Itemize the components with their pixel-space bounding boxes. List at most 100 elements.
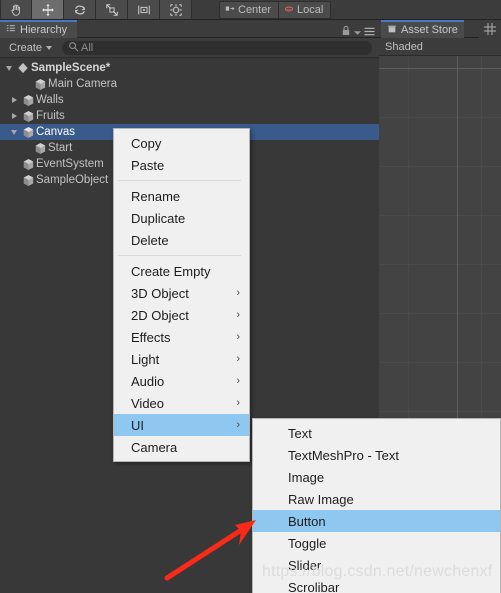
menu-item-label: Raw Image [288,491,354,507]
scale-tool-button[interactable] [96,0,128,19]
hierarchy-row-walls[interactable]: Walls [0,92,379,108]
pivot-space-group: Center Local [219,1,332,19]
menu-item-paste[interactable]: Paste [114,154,249,176]
submenu-item-scrollbar[interactable]: Scrolibar [253,576,500,593]
pivot-icon [225,4,235,17]
hierarchy-row-main-camera[interactable]: Main Camera [0,76,379,92]
menu-item-camera[interactable]: Camera [114,436,249,458]
submenu-arrow-icon: › [236,353,240,365]
twisty-open-icon[interactable] [3,65,15,71]
move-tool-button[interactable] [32,0,64,19]
shading-mode-label: Shaded [385,40,423,53]
rotate-tool-button[interactable] [64,0,96,19]
tab-asset-store[interactable]: Asset Store [381,20,464,38]
hand-tool-button[interactable] [0,0,32,19]
hierarchy-row-label: Main Camera [48,78,118,90]
menu-item-label: Toggle [288,535,327,551]
submenu-arrow-icon: › [236,287,240,299]
menu-item-copy[interactable]: Copy [114,132,249,154]
ui-submenu[interactable]: Text TextMeshPro - Text Image Raw Image … [252,418,501,593]
submenu-item-image[interactable]: Image [253,466,500,488]
scene-shading-toolbar[interactable]: Shaded [379,38,501,56]
hierarchy-tab-icon [6,24,16,37]
menu-item-3d-object[interactable]: 3D Object › [114,282,249,304]
submenu-arrow-icon: › [236,331,240,343]
twisty-open-icon[interactable] [8,129,20,135]
scene-tabbar: Asset Store [379,20,501,38]
menu-item-label: Slider [288,557,322,573]
chevron-down-icon [46,45,53,50]
hierarchy-tab-label: Hierarchy [20,24,68,36]
menu-separator [118,180,241,181]
gameobject-icon [20,158,36,171]
hierarchy-row-samplescene[interactable]: SampleScene* [0,60,379,76]
menu-item-label: UI [131,417,144,433]
menu-item-label: 2D Object [131,307,189,323]
menu-item-duplicate[interactable]: Duplicate [114,207,249,229]
submenu-item-slider[interactable]: Slider [253,554,500,576]
gameobject-icon [20,110,36,123]
menu-item-light[interactable]: Light › [114,348,249,370]
gameobject-icon [32,142,48,155]
pivot-mode-label: Center [238,4,272,16]
menu-item-ui[interactable]: UI › [114,414,249,436]
menu-item-label: Text [288,425,312,441]
submenu-item-toggle[interactable]: Toggle [253,532,500,554]
tab-hierarchy[interactable]: Hierarchy [0,20,78,38]
submenu-arrow-icon: › [236,375,240,387]
menu-item-delete[interactable]: Delete [114,229,249,251]
gameobject-icon [32,78,48,91]
hierarchy-search-input[interactable]: All [62,40,372,55]
menu-item-label: Image [288,469,325,485]
main-toolbar: Center Local [0,0,501,20]
twisty-closed-icon[interactable] [8,113,20,119]
submenu-item-button[interactable]: Button [253,510,500,532]
chevron-down-icon[interactable] [354,23,361,41]
unity-editor-window: Center Local Hierarchy Create All Sample… [0,0,501,593]
menu-item-label: Delete [131,232,169,248]
hierarchy-row-label: Fruits [36,110,65,122]
grid-icon[interactable] [479,20,501,38]
panel-menu-icon[interactable] [364,23,375,41]
hierarchy-context-menu[interactable]: Copy Paste Rename Duplicate Delete Creat… [113,128,250,462]
menu-item-label: Create Empty [131,263,211,279]
menu-item-audio[interactable]: Audio › [114,370,249,392]
submenu-item-text[interactable]: Text [253,422,500,444]
hierarchy-row-label: Start [48,142,73,154]
create-button[interactable]: Create [5,41,56,55]
hierarchy-row-fruits[interactable]: Fruits [0,108,379,124]
menu-item-effects[interactable]: Effects › [114,326,249,348]
hierarchy-tabbar-controls [341,23,375,41]
menu-item-label: Rename [131,188,181,204]
twisty-closed-icon[interactable] [8,97,20,103]
transform-tool-button[interactable] [160,0,192,19]
menu-item-label: Camera [131,439,178,455]
submenu-arrow-icon: › [236,419,240,431]
hierarchy-toolbar: Create All [0,38,379,58]
hierarchy-tabbar: Hierarchy [0,20,379,38]
gameobject-icon [20,126,36,139]
asset-store-icon [387,24,397,37]
menu-item-label: Video [131,395,165,411]
lock-icon[interactable] [341,23,351,41]
search-icon [68,41,79,55]
hierarchy-row-label: Canvas [36,126,75,138]
gameobject-icon [20,174,36,187]
submenu-arrow-icon: › [236,397,240,409]
hierarchy-row-label: SampleObject [36,174,109,186]
submenu-item-textmeshpro-text[interactable]: TextMeshPro - Text [253,444,500,466]
submenu-item-raw-image[interactable]: Raw Image [253,488,500,510]
menu-item-video[interactable]: Video › [114,392,249,414]
pivot-mode-button[interactable]: Center [219,1,279,19]
hierarchy-row-label: EventSystem [36,158,104,170]
menu-item-create-empty[interactable]: Create Empty [114,260,249,282]
menu-item-rename[interactable]: Rename [114,185,249,207]
menu-item-label: Duplicate [131,210,186,226]
menu-item-label: Paste [131,157,165,173]
space-icon [284,4,294,17]
space-mode-button[interactable]: Local [278,1,332,19]
menu-item-label: Copy [131,135,162,151]
menu-item-2d-object[interactable]: 2D Object › [114,304,249,326]
asset-store-tab-label: Asset Store [401,24,458,36]
rect-tool-button[interactable] [128,0,160,19]
